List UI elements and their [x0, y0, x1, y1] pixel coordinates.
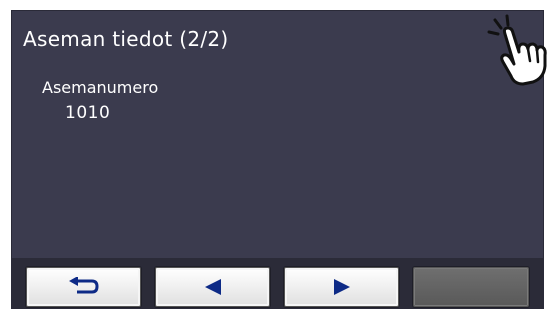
- triangle-left-icon: [204, 279, 221, 295]
- button-bar: [12, 258, 543, 308]
- blank-button: [413, 267, 529, 307]
- return-arrow-icon: [68, 277, 99, 294]
- next-button[interactable]: [284, 267, 399, 307]
- page-title: Aseman tiedot (2/2): [23, 27, 229, 51]
- station-number-value: 1010: [65, 103, 111, 123]
- station-number-label: Asemanumero: [42, 78, 159, 97]
- touch-hand-icon: [487, 14, 547, 86]
- triangle-right-icon: [333, 279, 350, 295]
- previous-button[interactable]: [155, 267, 270, 307]
- back-button[interactable]: [26, 267, 141, 307]
- device-screen: Aseman tiedot (2/2) Asemanumero 1010: [11, 10, 544, 309]
